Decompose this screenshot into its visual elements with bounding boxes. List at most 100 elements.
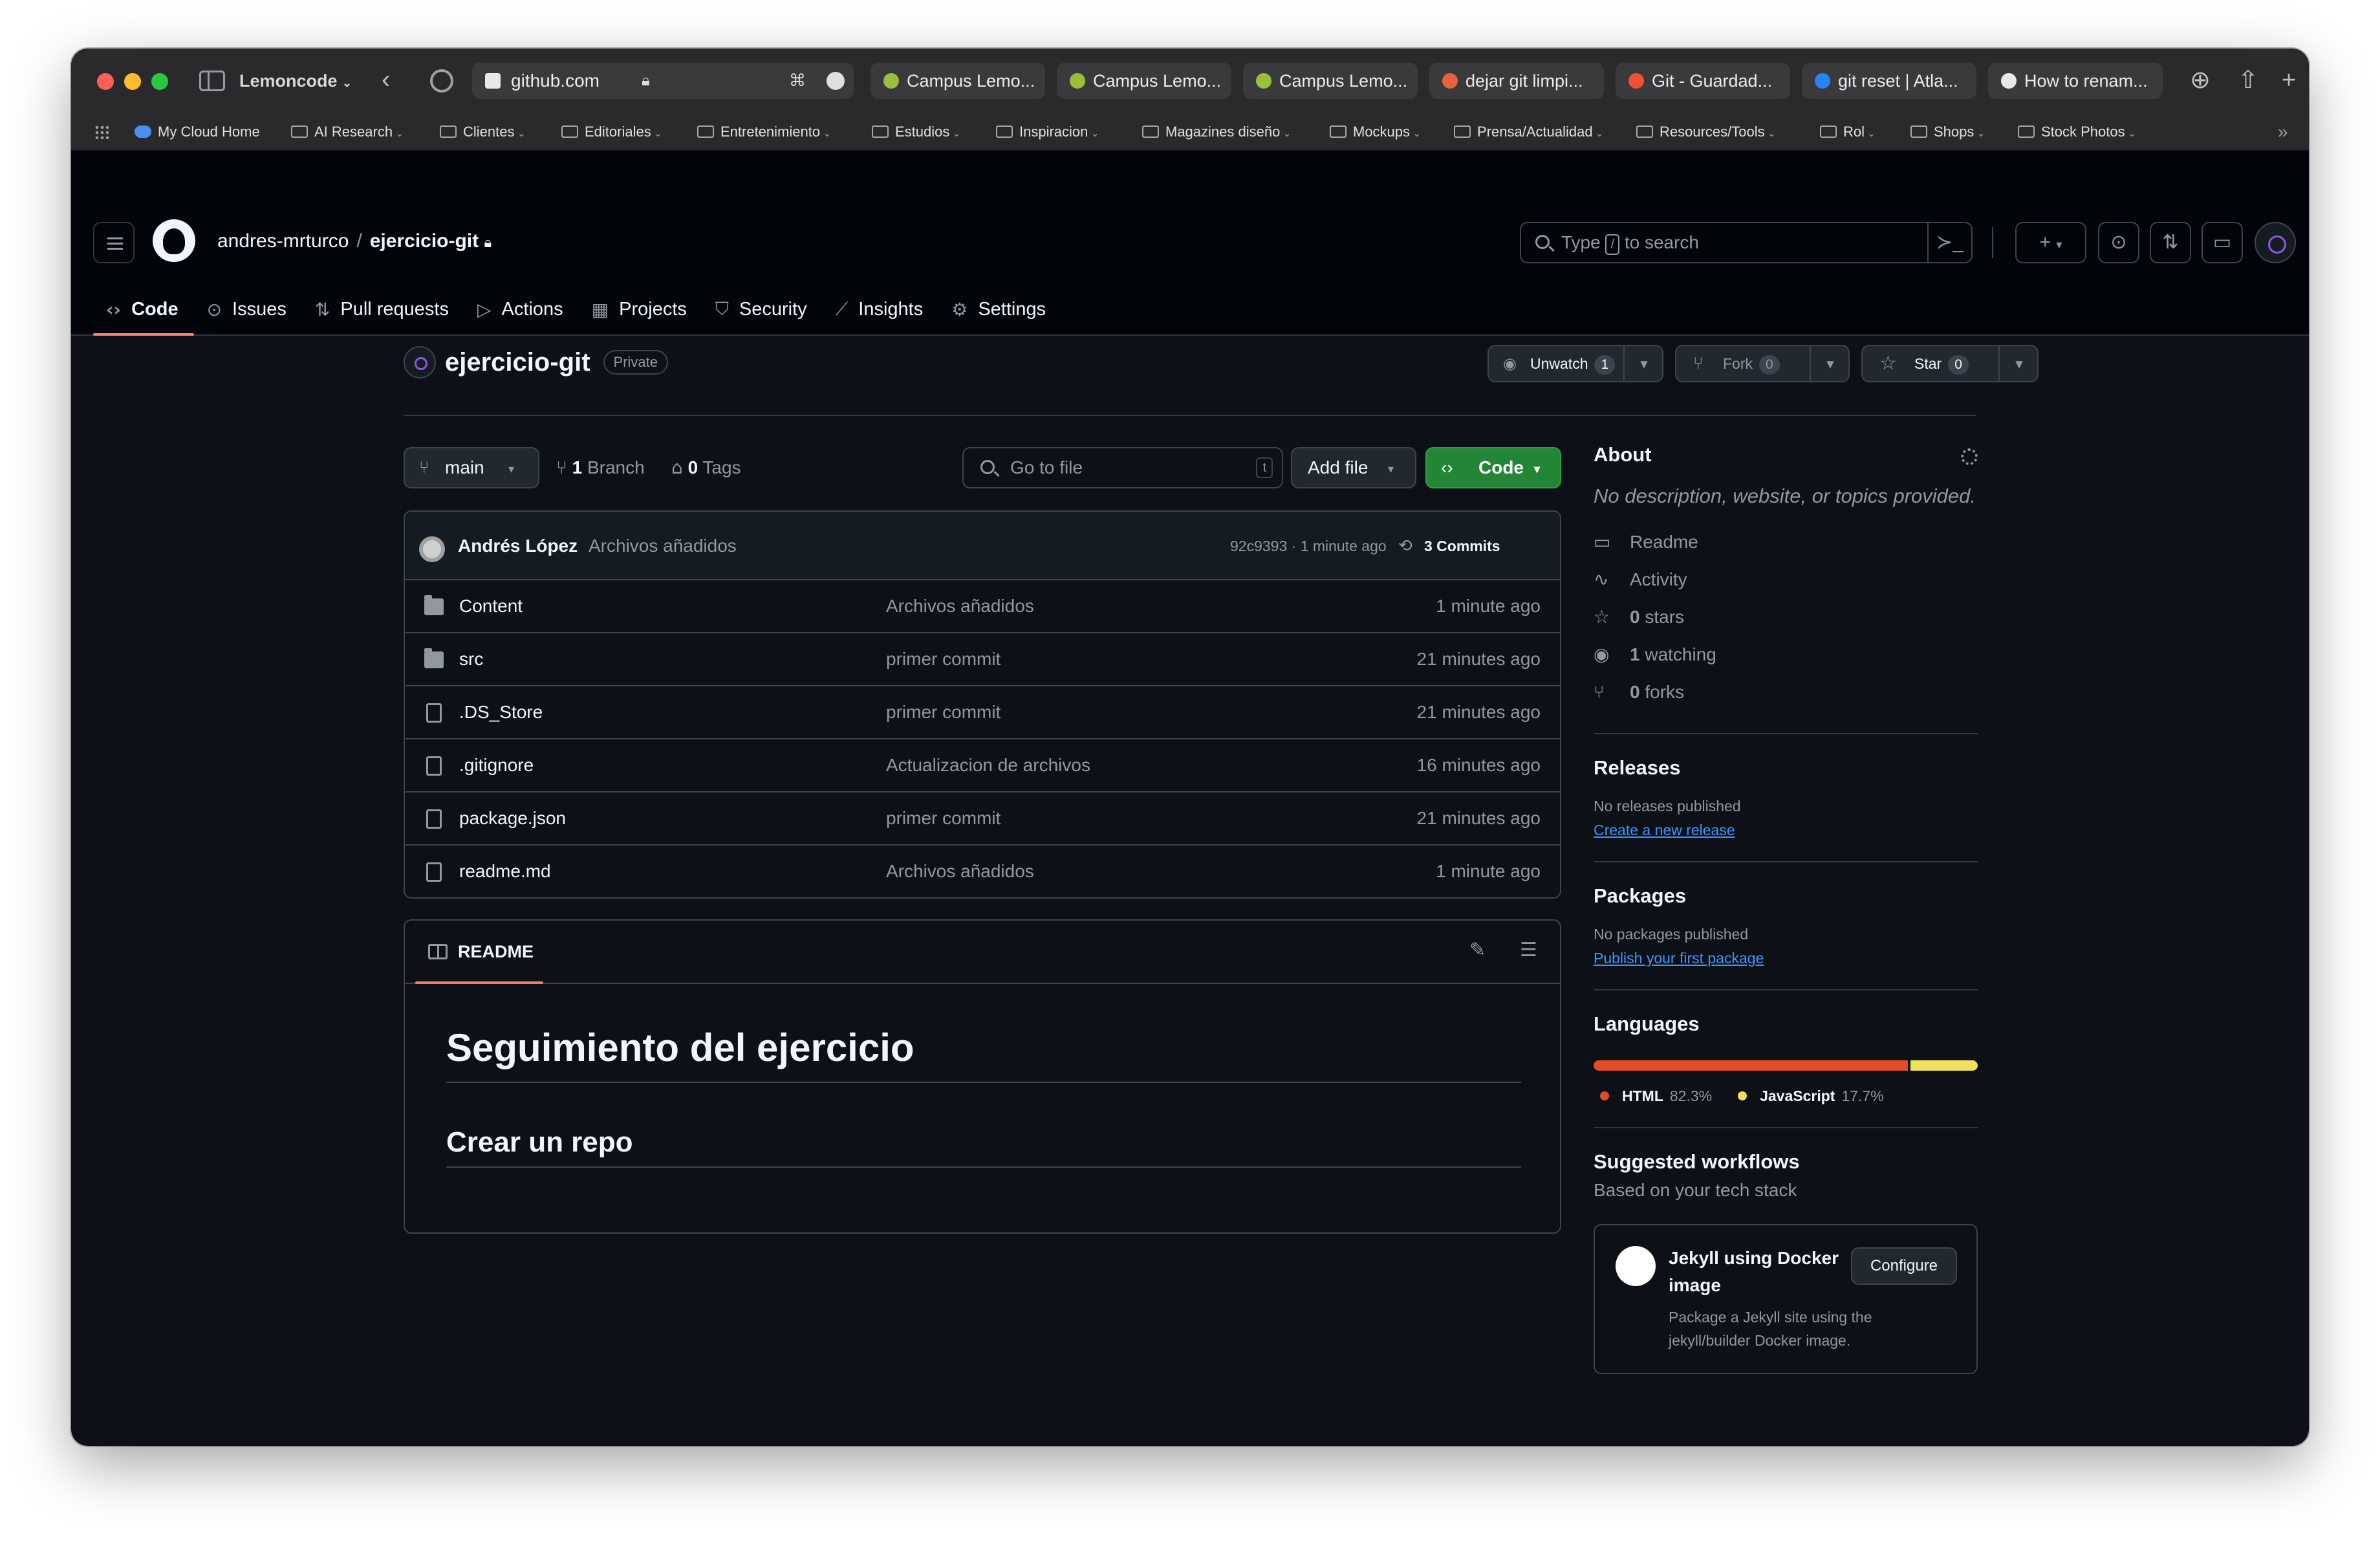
star-button[interactable]: ☆ Star 0 ▾ xyxy=(1861,345,2039,382)
add-file-button[interactable]: Add file ▾ xyxy=(1291,447,1416,488)
bookmark-folder[interactable]: Inspiracion ⌄ xyxy=(996,113,1099,153)
tags-link[interactable]: ⌂ 0 Tags xyxy=(671,447,741,488)
file-name-link[interactable]: Content xyxy=(459,580,523,632)
bookmark-folder[interactable]: Estudios ⌄ xyxy=(872,113,961,153)
minimize-window-button[interactable] xyxy=(124,73,141,90)
search-input[interactable]: Type / to search ≻_ xyxy=(1520,222,1973,263)
repo-name[interactable]: ejercicio-git xyxy=(445,348,590,377)
bookmark-folder[interactable]: AI Research ⌄ xyxy=(291,113,404,153)
tab-issues[interactable]: ⊙ Issues xyxy=(194,283,302,336)
tab-projects[interactable]: ▦ Projects xyxy=(579,283,702,336)
share-icon[interactable]: ⇧ xyxy=(2238,64,2258,96)
file-name-link[interactable]: .gitignore xyxy=(459,739,534,791)
user-avatar[interactable] xyxy=(2255,222,2296,263)
file-commit-message[interactable]: primer commit xyxy=(886,686,1001,738)
commits-link[interactable]: 3 Commits xyxy=(1424,512,1500,580)
author-avatar[interactable] xyxy=(419,536,445,562)
file-commit-message[interactable]: Actualizacion de archivos xyxy=(886,739,1090,791)
file-commit-message[interactable]: Archivos añadidos xyxy=(886,846,1034,897)
repo-link[interactable]: ejercicio-git xyxy=(370,230,479,252)
code-button[interactable]: ‹› Code ▾ xyxy=(1425,447,1561,488)
go-to-file-input[interactable]: Go to file t xyxy=(962,447,1283,488)
about-forks-link[interactable]: ⑂ 0 forks xyxy=(1594,673,1978,711)
publish-package-link[interactable]: Publish your first package xyxy=(1594,950,1978,967)
browser-tab[interactable]: How to renam... xyxy=(1988,63,2163,99)
commit-message[interactable]: Archivos añadidos xyxy=(589,512,737,580)
issues-icon[interactable]: ⊙ xyxy=(2098,222,2139,263)
inbox-icon[interactable]: ▭ xyxy=(2202,222,2243,263)
bookmark-cloud[interactable]: My Cloud Home xyxy=(135,113,260,151)
language-html[interactable]: HTML 82.3% xyxy=(1594,1087,1712,1104)
outline-list-icon[interactable]: ☰ xyxy=(1520,939,1537,961)
commit-author[interactable]: Andrés López xyxy=(458,512,578,580)
translate-icon[interactable]: ⌘ xyxy=(789,71,806,91)
branch-selector[interactable]: ⑂ main ▾ xyxy=(404,447,539,488)
tab-code[interactable]: ‹› Code xyxy=(93,283,194,336)
readme-tab[interactable]: README xyxy=(415,921,543,984)
browser-tab[interactable]: git reset | Atla... xyxy=(1802,63,1976,99)
bookmark-folder[interactable]: Magazines diseño ⌄ xyxy=(1142,113,1292,153)
apps-grid-icon[interactable] xyxy=(94,125,110,139)
bookmark-folder[interactable]: Entretenimiento ⌄ xyxy=(697,113,832,153)
unwatch-button[interactable]: ◉ Unwatch 1 ▾ xyxy=(1488,345,1663,382)
bookmark-folder[interactable]: Resources/Tools ⌄ xyxy=(1636,113,1776,153)
tab-settings[interactable]: ⚙ Settings xyxy=(938,283,1061,336)
close-window-button[interactable] xyxy=(97,73,114,90)
file-commit-message[interactable]: primer commit xyxy=(886,792,1001,844)
browser-tab[interactable]: Campus Lemo... xyxy=(1057,63,1231,99)
about-stars-link[interactable]: ☆ 0 stars xyxy=(1594,598,1978,636)
browser-tab[interactable]: Campus Lemo... xyxy=(871,63,1045,99)
more-icon[interactable] xyxy=(827,72,845,90)
address-bar[interactable]: github.com 🔒︎ ⌘ xyxy=(472,63,854,99)
about-watching-link[interactable]: ◉ 1 watching xyxy=(1594,636,1978,673)
packages-title[interactable]: Packages xyxy=(1594,884,1978,908)
about-activity-link[interactable]: ∿ Activity xyxy=(1594,561,1978,598)
file-name-link[interactable]: src xyxy=(459,633,483,685)
github-logo-icon[interactable] xyxy=(153,219,195,262)
releases-title[interactable]: Releases xyxy=(1594,756,1978,780)
bookmark-folder[interactable]: Stock Photos ⌄ xyxy=(2018,113,2136,153)
bookmark-folder[interactable]: Rol ⌄ xyxy=(1820,113,1876,153)
command-palette-icon[interactable]: ≻_ xyxy=(1927,223,1971,262)
file-name-link[interactable]: readme.md xyxy=(459,846,551,897)
commit-sha-time[interactable]: 92c9393 · 1 minute ago xyxy=(1230,512,1387,580)
file-commit-message[interactable]: Archivos añadidos xyxy=(886,580,1034,632)
owner-link[interactable]: andres-mrturco xyxy=(217,230,349,252)
browser-tab[interactable]: dejar git limpi... xyxy=(1429,63,1604,99)
file-name-link[interactable]: .DS_Store xyxy=(459,686,543,738)
new-tab-icon[interactable]: + xyxy=(2282,64,2296,96)
bookmark-folder[interactable]: Clientes ⌄ xyxy=(440,113,526,153)
tab-actions[interactable]: ▷ Actions xyxy=(464,283,579,336)
zoom-window-button[interactable] xyxy=(151,73,168,90)
tab-security[interactable]: ⛉ Security xyxy=(702,283,823,336)
fork-button[interactable]: ⑂ Fork 0 ▾ xyxy=(1675,345,1850,382)
bookmark-folder[interactable]: Mockups ⌄ xyxy=(1330,113,1421,153)
profile-menu[interactable]: Lemoncode ⌄ xyxy=(239,67,352,97)
about-readme-link[interactable]: ▭ Readme xyxy=(1594,523,1978,561)
bookmark-folder[interactable]: Shops ⌄ xyxy=(1910,113,1985,153)
branches-link[interactable]: ⑂ 1 Branch xyxy=(556,447,645,488)
file-commit-message[interactable]: primer commit xyxy=(886,633,1001,685)
configure-button[interactable]: Configure xyxy=(1851,1247,1957,1285)
create-new-button[interactable]: + ▾ xyxy=(2015,222,2086,263)
bookmark-folder[interactable]: Prensa/Actualidad ⌄ xyxy=(1454,113,1604,153)
more-bookmarks-icon[interactable]: » xyxy=(2278,113,2288,151)
pull-requests-icon[interactable]: ⇅ xyxy=(2150,222,2191,263)
fork-dropdown[interactable]: ▾ xyxy=(1810,346,1850,381)
tab-pull-requests[interactable]: ⇅ Pull requests xyxy=(302,283,464,336)
bookmark-folder[interactable]: Editoriales ⌄ xyxy=(561,113,662,153)
back-arrow-icon[interactable]: ‹ xyxy=(382,65,390,94)
language-javascript[interactable]: JavaScript 17.7% xyxy=(1712,1087,1884,1104)
file-name-link[interactable]: package.json xyxy=(459,792,566,844)
star-dropdown[interactable]: ▾ xyxy=(1998,346,2039,381)
menu-icon[interactable] xyxy=(93,222,135,263)
tab-insights[interactable]: ⟋ Insights xyxy=(823,283,939,336)
privacy-shield-icon[interactable] xyxy=(430,69,453,93)
unwatch-dropdown[interactable]: ▾ xyxy=(1623,346,1663,381)
sidebar-toggle-icon[interactable] xyxy=(199,71,225,91)
download-icon[interactable]: ⊕ xyxy=(2190,64,2211,96)
browser-tab[interactable]: Campus Lemo... xyxy=(1243,63,1418,99)
gear-icon[interactable] xyxy=(1961,448,1978,465)
edit-pencil-icon[interactable]: ✎ xyxy=(1469,939,1486,961)
create-release-link[interactable]: Create a new release xyxy=(1594,822,1978,839)
